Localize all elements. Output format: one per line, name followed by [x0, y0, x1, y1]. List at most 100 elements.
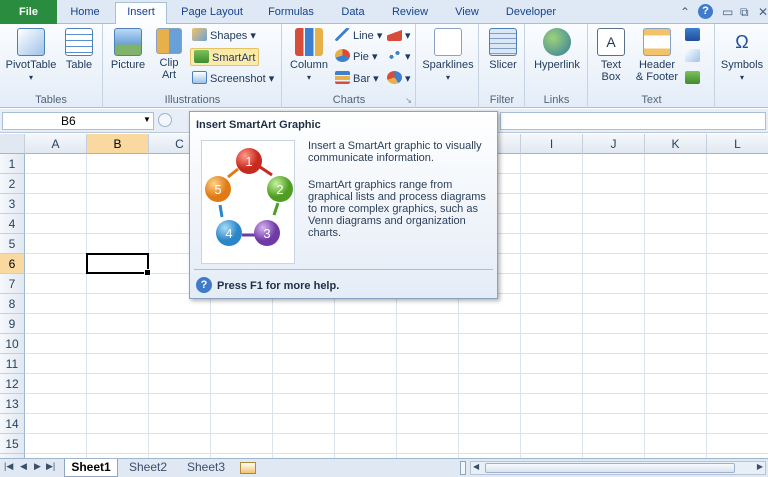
sheet-tab-sheet2[interactable]: Sheet2 — [122, 459, 174, 477]
bar-chart-icon — [335, 71, 350, 84]
line-chart-icon — [335, 28, 350, 41]
scatter-chart-icon — [387, 49, 402, 62]
tooltip-details: SmartArt graphics range from graphical l… — [308, 179, 486, 239]
tab-view[interactable]: View — [445, 3, 489, 24]
sheet-tab-sheet3[interactable]: Sheet3 — [180, 459, 232, 477]
pivottable-button[interactable]: PivotTable ▾ — [4, 28, 58, 84]
row-header[interactable]: 15 — [0, 434, 25, 454]
row-header[interactable]: 6 — [0, 254, 25, 274]
gridline-horizontal — [25, 453, 768, 454]
column-chart-icon — [295, 28, 323, 56]
tab-developer[interactable]: Developer — [496, 3, 566, 24]
row-header[interactable]: 2 — [0, 174, 25, 194]
group-symbols: Ω Symbols ▾ — [716, 24, 768, 108]
restore-window-icon[interactable]: ⧉ — [740, 5, 749, 20]
picture-button[interactable]: Picture — [108, 28, 148, 71]
column-header[interactable]: I — [521, 134, 583, 154]
area-chart-icon — [387, 28, 402, 41]
sheet-tab-bar: |◀ ◀ ▶ ▶| Sheet1 Sheet2 Sheet3 ◀ ▶ — [0, 458, 768, 477]
tab-insert[interactable]: Insert — [115, 2, 167, 25]
tab-review[interactable]: Review — [382, 3, 438, 24]
gridline-horizontal — [25, 433, 768, 434]
sparklines-button[interactable]: Sparklines ▾ — [420, 28, 476, 84]
tab-file[interactable]: File — [0, 0, 57, 24]
tab-page-layout[interactable]: Page Layout — [173, 3, 251, 24]
selected-cell[interactable] — [86, 253, 151, 276]
scrollbar-thumb[interactable] — [485, 463, 735, 473]
row-header[interactable]: 14 — [0, 414, 25, 434]
tab-home[interactable]: Home — [62, 3, 108, 24]
close-window-icon[interactable]: ✕ — [758, 5, 768, 19]
gridline-horizontal — [25, 333, 768, 334]
column-header[interactable]: A — [25, 134, 87, 154]
row-header[interactable]: 5 — [0, 234, 25, 254]
shapes-button[interactable]: Shapes ▾ — [192, 27, 256, 45]
row-header[interactable]: 13 — [0, 394, 25, 414]
prev-sheet-icon[interactable]: ◀ — [20, 461, 27, 472]
object-button[interactable] — [685, 70, 703, 88]
row-header[interactable]: 8 — [0, 294, 25, 314]
name-box-dropdown-icon[interactable]: ▼ — [143, 115, 151, 124]
column-header[interactable]: K — [645, 134, 707, 154]
slicer-button[interactable]: Slicer — [483, 28, 523, 71]
horizontal-scrollbar[interactable]: ◀ ▶ — [470, 461, 766, 475]
clipart-button[interactable]: Clip Art — [152, 28, 186, 81]
row-header[interactable]: 3 — [0, 194, 25, 214]
bar-chart-button[interactable]: Bar ▾ — [335, 70, 379, 88]
row-header[interactable]: 10 — [0, 334, 25, 354]
scatter-chart-button[interactable]: ▾ — [387, 48, 411, 66]
symbols-button[interactable]: Ω Symbols ▾ — [718, 28, 766, 84]
hyperlink-button[interactable]: Hyperlink — [529, 28, 585, 71]
column-header[interactable]: L — [707, 134, 768, 154]
row-header[interactable]: 11 — [0, 354, 25, 374]
next-sheet-icon[interactable]: ▶ — [34, 461, 41, 472]
table-button[interactable]: Table — [62, 28, 96, 71]
column-chart-button[interactable]: Column ▾ — [287, 28, 331, 84]
formula-input[interactable] — [500, 112, 766, 130]
hyperlink-globe-icon — [543, 28, 571, 56]
first-sheet-icon[interactable]: |◀ — [4, 461, 13, 472]
row-header[interactable]: 4 — [0, 214, 25, 234]
insert-sheet-icon[interactable] — [240, 462, 256, 474]
diagram-node-2: 2 — [267, 176, 293, 202]
charts-dialog-launcher-icon[interactable]: ↘ — [405, 96, 412, 105]
smartart-preview-image: 1 2 3 4 5 — [201, 140, 295, 264]
minimize-window-icon[interactable]: ▭ — [722, 5, 733, 19]
last-sheet-icon[interactable]: ▶| — [46, 461, 55, 472]
help-icon[interactable]: ? — [698, 4, 713, 19]
gridline-horizontal — [25, 373, 768, 374]
minimize-ribbon-icon[interactable]: ⌃ — [680, 5, 690, 19]
row-header[interactable]: 12 — [0, 374, 25, 394]
scroll-left-icon[interactable]: ◀ — [473, 462, 479, 471]
svg-text:2: 2 — [276, 182, 283, 197]
row-header[interactable]: 1 — [0, 154, 25, 174]
scroll-right-icon[interactable]: ▶ — [757, 462, 763, 471]
header-footer-button[interactable]: Header & Footer — [631, 28, 683, 83]
signature-line-button[interactable] — [685, 48, 703, 66]
tab-data[interactable]: Data — [331, 3, 375, 24]
line-chart-button[interactable]: Line ▾ — [335, 27, 382, 45]
gridline-horizontal — [25, 353, 768, 354]
sheet-tab-sheet1[interactable]: Sheet1 — [64, 459, 118, 477]
select-all-corner[interactable] — [0, 134, 25, 154]
gridline-horizontal — [25, 413, 768, 414]
omega-icon: Ω — [735, 32, 749, 52]
row-header[interactable]: 7 — [0, 274, 25, 294]
tab-formulas[interactable]: Formulas — [258, 3, 324, 24]
group-illustrations: Picture Clip Art Shapes ▾ SmartArt Screen… — [104, 24, 282, 108]
column-header[interactable]: J — [583, 134, 645, 154]
textbox-button[interactable]: A Text Box — [591, 28, 631, 83]
column-header[interactable]: B — [87, 134, 149, 154]
row-header[interactable]: 9 — [0, 314, 25, 334]
expand-formula-icon[interactable] — [158, 113, 172, 127]
wordart-button[interactable] — [685, 27, 703, 45]
tab-split-handle[interactable] — [460, 461, 466, 475]
pie-chart-button[interactable]: Pie ▾ — [335, 48, 377, 66]
screenshot-button[interactable]: Screenshot ▾ — [192, 70, 274, 88]
object-icon — [685, 71, 700, 84]
area-chart-button[interactable]: ▾ — [387, 27, 411, 45]
picture-icon — [114, 28, 142, 56]
other-charts-button[interactable]: ▾ — [387, 70, 411, 88]
smartart-button[interactable]: SmartArt — [190, 48, 260, 66]
name-box[interactable]: B6 ▼ — [2, 112, 154, 130]
